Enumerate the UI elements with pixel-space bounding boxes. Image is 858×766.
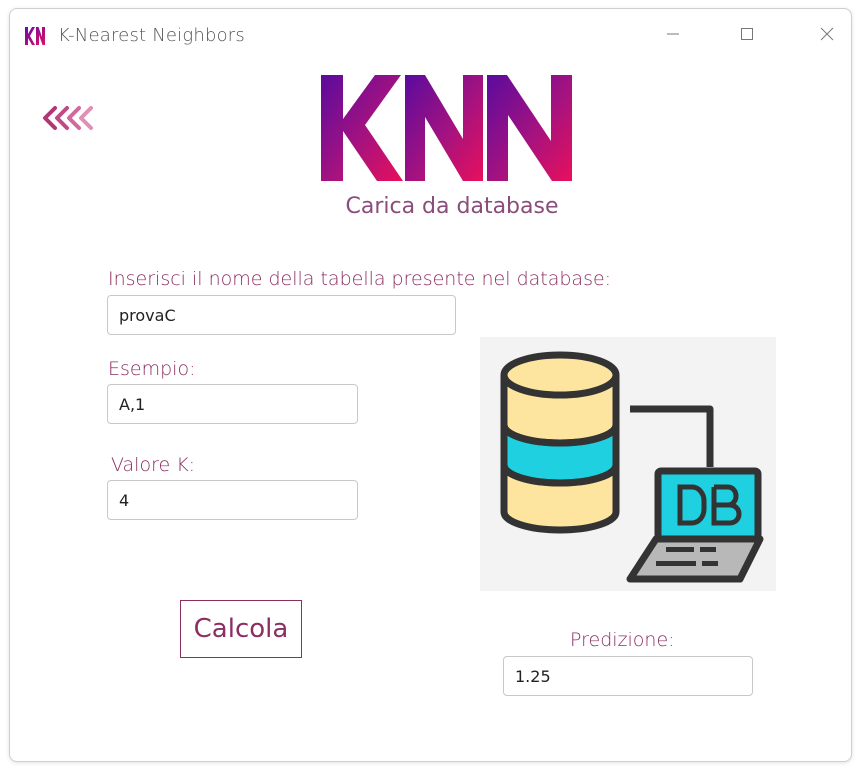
database-illustration xyxy=(480,337,776,591)
example-label: Esempio: xyxy=(108,358,196,380)
table-name-input[interactable] xyxy=(107,295,456,335)
calcola-button[interactable]: Calcola xyxy=(180,600,302,658)
knn-app-icon xyxy=(25,27,45,45)
minimize-button[interactable] xyxy=(650,17,696,51)
close-icon xyxy=(820,27,834,41)
app-window: K-Nearest Neighbors Carica da database I… xyxy=(9,8,852,762)
title-bar: K-Nearest Neighbors xyxy=(10,9,851,57)
example-input[interactable] xyxy=(107,384,358,424)
maximize-button[interactable] xyxy=(724,17,770,51)
close-button[interactable] xyxy=(804,17,850,51)
k-value-label: Valore K: xyxy=(111,454,196,476)
table-name-label: Inserisci il nome della tabella presente… xyxy=(108,268,612,290)
prediction-output[interactable] xyxy=(503,656,753,696)
page-subtitle: Carica da database xyxy=(345,194,559,219)
prediction-label: Predizione: xyxy=(570,629,675,651)
back-arrows-icon[interactable] xyxy=(39,99,115,137)
database-computer-icon xyxy=(500,351,764,583)
minimize-icon xyxy=(667,33,679,35)
maximize-icon xyxy=(741,28,753,40)
k-value-input[interactable] xyxy=(107,480,358,520)
window-title: K-Nearest Neighbors xyxy=(58,25,245,46)
knn-logo xyxy=(321,75,572,181)
